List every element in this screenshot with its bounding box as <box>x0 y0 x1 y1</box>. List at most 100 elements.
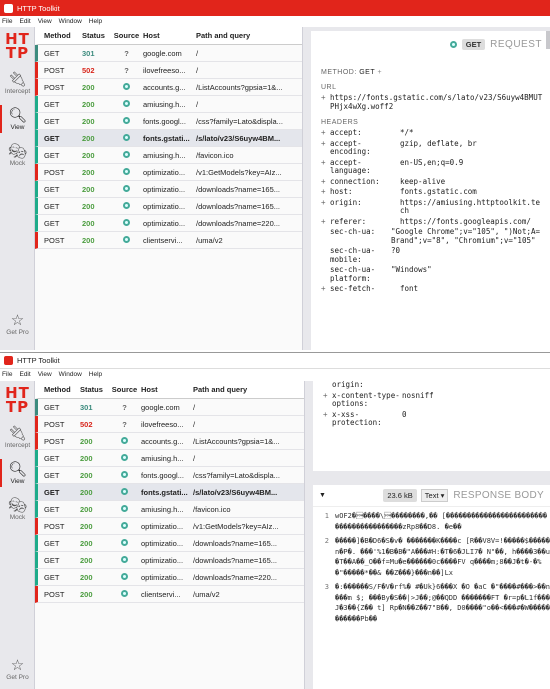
menu-view[interactable]: View <box>38 371 52 378</box>
header-value: nosniff <box>402 390 434 400</box>
expand-plus-icon[interactable]: + <box>321 198 330 216</box>
col-source[interactable]: Source <box>112 31 141 40</box>
col-status[interactable]: Status <box>82 31 112 40</box>
row-host: amiusing.h... <box>141 453 184 463</box>
table-row[interactable]: POST 502? ilovefreeso... / <box>35 416 304 433</box>
row-method: POST <box>44 589 65 599</box>
logo-line-2: TP <box>5 44 30 62</box>
expand-plus-icon[interactable]: + <box>321 128 330 138</box>
col-source[interactable]: Source <box>110 385 139 394</box>
body-code-view[interactable]: 1 wOF2�����\��������,�� [��������������… <box>313 507 550 624</box>
nav-mock[interactable]: 🎭︎ Mock <box>0 137 35 173</box>
list-header: Method Status Source Host Path and query <box>35 27 302 45</box>
nav-get-pro[interactable]: ☆ Get Pro <box>0 306 35 342</box>
table-row[interactable]: POST 200 clientservi... /uma/v2 <box>35 232 302 249</box>
collapse-arrow-icon[interactable]: ▼ <box>319 492 326 499</box>
header-name: sec-ch-ua: <box>330 227 376 236</box>
col-host[interactable]: Host <box>141 31 193 40</box>
body-format-select[interactable]: Text ▾ <box>420 489 449 502</box>
header-row: + host: fonts.gstatic.com <box>321 187 544 197</box>
row-source <box>110 521 139 531</box>
expand-plus-icon[interactable]: + <box>321 187 330 197</box>
chrome-icon <box>123 116 130 124</box>
col-path[interactable]: Path and query <box>193 31 302 40</box>
expand-plus-icon[interactable]: + <box>321 177 330 187</box>
table-row[interactable]: GET 200 fonts.gstati... /s/lato/v23/S6uyw4B… <box>35 130 302 147</box>
col-method[interactable]: Method <box>38 31 82 40</box>
expand-plus-icon[interactable]: + <box>321 217 330 227</box>
row-source-unknown: ? <box>122 419 127 429</box>
row-host: optimizatio... <box>143 218 186 228</box>
theater-mask-icon: 🎭︎ <box>7 142 28 160</box>
chrome-icon <box>121 487 128 495</box>
header-name: host: <box>330 187 353 196</box>
expand-plus-icon[interactable]: + <box>321 139 330 157</box>
table-row[interactable]: GET 301? google.com / <box>35 399 304 416</box>
scrollbar[interactable] <box>546 31 550 49</box>
table-row[interactable]: POST 200 accounts.g... /ListAccounts?gpsia=… <box>35 79 302 96</box>
table-row[interactable]: POST 200 clientservi... /uma/v2 <box>35 586 304 603</box>
menu-help[interactable]: Help <box>89 371 102 378</box>
table-row[interactable]: GET 200 fonts.gstati... /s/lato/v23/S6uyw4B… <box>35 484 304 501</box>
menu-window[interactable]: Window <box>59 371 82 378</box>
row-status: 301 <box>80 402 93 412</box>
expand-plus-icon[interactable]: + <box>321 158 330 176</box>
menu-file[interactable]: File <box>2 18 12 25</box>
plus-icon[interactable]: + <box>377 69 382 76</box>
table-row[interactable]: POST 502? ilovefreeso... / <box>35 62 302 79</box>
header-value: https://amiusing.httptoolkit.tech <box>400 197 540 215</box>
request-card-header[interactable]: GET REQUEST <box>311 31 550 57</box>
nav-view[interactable]: 🔍︎ View <box>0 101 35 137</box>
table-row[interactable]: GET 301? google.com / <box>35 45 302 62</box>
table-row[interactable]: GET 200 amiusing.h... /favicon.ico <box>35 501 304 518</box>
expand-plus-icon[interactable]: + <box>323 410 332 428</box>
col-path[interactable]: Path and query <box>190 385 304 394</box>
table-row[interactable]: GET 200 optimizatio... /downloads?name=165.… <box>35 198 302 215</box>
row-path: /favicon.ico <box>196 150 234 160</box>
table-row[interactable]: GET 200 optimizatio... /downloads?name=220.… <box>35 569 304 586</box>
table-row[interactable]: GET 200 amiusing.h... / <box>35 450 304 467</box>
col-status[interactable]: Status <box>80 385 110 394</box>
expand-plus-icon[interactable]: + <box>321 284 330 294</box>
chrome-icon <box>123 150 130 158</box>
table-row[interactable]: POST 200 optimizatio... /v1:GetModels?key=A… <box>35 164 302 181</box>
table-row[interactable]: GET 200 amiusing.h... / <box>35 96 302 113</box>
table-row[interactable]: POST 200 accounts.g... /ListAccounts?gpsia=… <box>35 433 304 450</box>
table-row[interactable]: POST 200 optimizatio... /v1:GetModels?key=A… <box>35 518 304 535</box>
row-source <box>110 470 139 480</box>
table-row[interactable]: GET 200 fonts.googl... /css?family=Lato&dis… <box>35 467 304 484</box>
col-host[interactable]: Host <box>139 385 190 394</box>
menu-window[interactable]: Window <box>59 18 82 25</box>
row-source <box>110 504 139 514</box>
expand-plus-icon[interactable]: + <box>323 391 332 409</box>
table-row[interactable]: GET 200 optimizatio... /downloads?name=165.… <box>35 552 304 569</box>
header-value: "Google Chrome";v="105", ")Not;A=Brand";… <box>391 227 541 245</box>
row-status: 200 <box>80 555 93 565</box>
nav-get-pro[interactable]: ☆ Get Pro <box>0 651 35 687</box>
col-method[interactable]: Method <box>38 385 80 394</box>
menu-edit[interactable]: Edit <box>19 371 30 378</box>
chrome-icon <box>121 521 128 529</box>
menu-view[interactable]: View <box>38 18 52 25</box>
plus-icon[interactable]: + <box>321 93 330 111</box>
nav-intercept[interactable]: 🔌︎ Intercept <box>0 65 35 101</box>
row-host: optimizatio... <box>143 201 186 211</box>
row-path: /downloads?name=165... <box>196 201 281 211</box>
table-row[interactable]: GET 200 optimizatio... /downloads?name=165.… <box>35 181 302 198</box>
menu-bar: File Edit View Window Help <box>0 16 550 27</box>
table-row[interactable]: GET 200 optimizatio... /downloads?name=165.… <box>35 535 304 552</box>
menu-edit[interactable]: Edit <box>19 18 30 25</box>
table-row[interactable]: GET 200 amiusing.h... /favicon.ico <box>35 147 302 164</box>
menu-help[interactable]: Help <box>89 18 102 25</box>
table-row[interactable]: GET 200 fonts.googl... /css?family=Lato&dis… <box>35 113 302 130</box>
nav-mock[interactable]: 🎭︎ Mock <box>0 491 35 527</box>
nav-intercept[interactable]: 🔌︎ Intercept <box>0 419 35 455</box>
app-icon <box>4 3 13 13</box>
row-path: /downloads?name=165... <box>196 184 281 194</box>
theater-mask-icon: 🎭︎ <box>7 496 28 514</box>
header-name: sec-fetch- <box>330 284 376 293</box>
menu-file[interactable]: File <box>2 371 12 378</box>
nav-view[interactable]: 🔍︎ View <box>0 455 35 491</box>
url-value: https://fonts.gstatic.com/s/lato/v23/S6u… <box>330 93 543 111</box>
table-row[interactable]: GET 200 optimizatio... /downloads?name=220.… <box>35 215 302 232</box>
